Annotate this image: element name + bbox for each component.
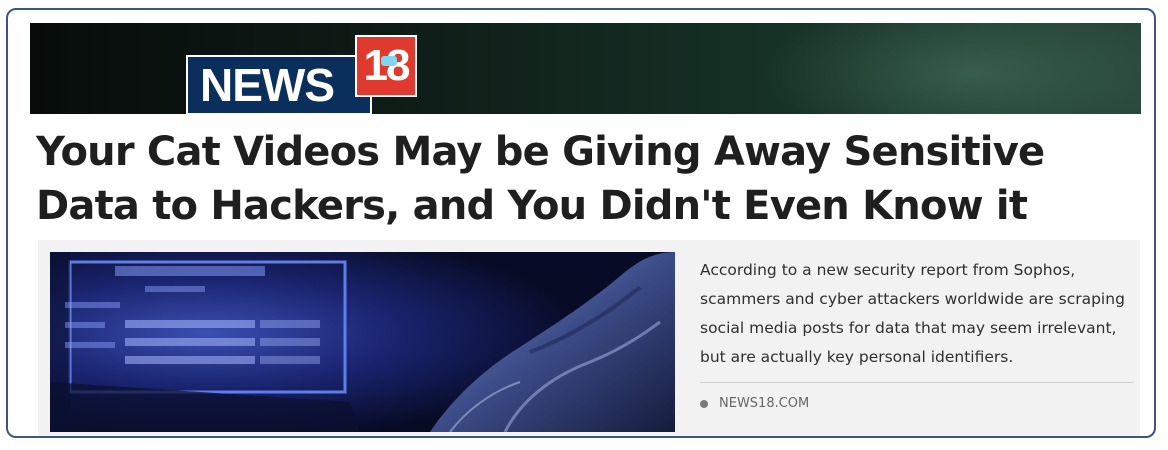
- source-domain[interactable]: NEWS18.COM: [719, 396, 809, 411]
- article-description: According to a new security report from …: [700, 261, 1125, 366]
- face-mask-icon: [381, 56, 397, 66]
- bullet-dot-icon: [700, 399, 708, 408]
- banner-glow: [761, 23, 1141, 114]
- logo-number: 18: [364, 44, 411, 88]
- preview-divider: [700, 382, 1134, 383]
- article-thumbnail[interactable]: [50, 252, 675, 432]
- article-preview[interactable]: According to a new security report from …: [38, 240, 1140, 436]
- logo-word: NEWS: [200, 59, 335, 111]
- news18-banner: NEWS 18: [30, 23, 1141, 114]
- source-line[interactable]: NEWS18.COM: [700, 396, 809, 411]
- news18-logo: NEWS 18: [186, 35, 418, 114]
- article-headline[interactable]: Your Cat Videos May be Giving Away Sensi…: [36, 125, 1136, 233]
- logo-word-box: NEWS: [186, 55, 372, 114]
- link-preview-card[interactable]: NEWS 18 Your Cat Videos May be Giving Aw…: [6, 8, 1156, 438]
- logo-number-box: 18: [355, 35, 417, 97]
- hacker-glove-laptop-image: [50, 252, 675, 432]
